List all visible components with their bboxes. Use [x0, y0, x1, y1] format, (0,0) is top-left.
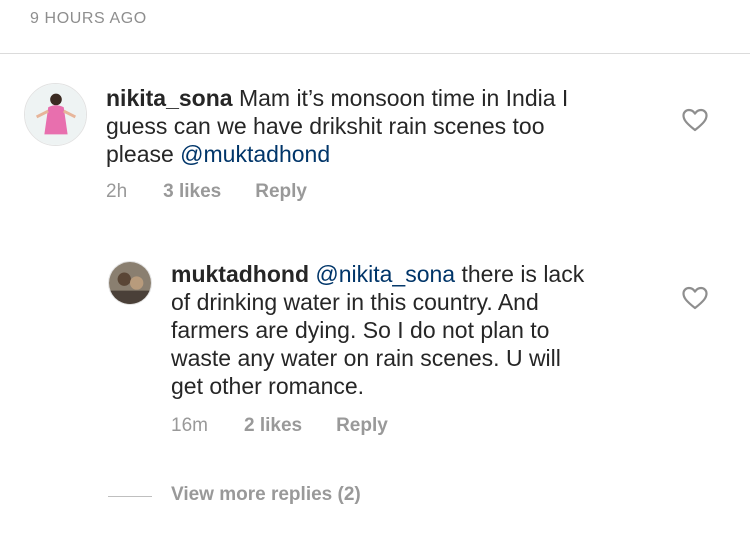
reply-username[interactable]: muktadhond: [171, 261, 309, 287]
reply-text-line: waste any water on rain scenes. U will: [171, 345, 561, 371]
comment-meta: 2h 3 likes Reply: [106, 181, 307, 203]
user-photo-icon: [25, 84, 86, 145]
comment-text-line: Mam it’s monsoon time in India I: [238, 85, 569, 111]
comments-panel: 9 HOURS AGO nikita_sona Mam it’s monsoon…: [0, 0, 750, 547]
reply-button[interactable]: Reply: [336, 415, 388, 437]
reply-text-line: of drinking water in this country. And: [171, 289, 539, 315]
reply-text-line: get other romance.: [171, 373, 365, 399]
view-more-replies-button[interactable]: View more replies (2): [171, 484, 361, 506]
heart-outline-icon[interactable]: [682, 286, 708, 310]
post-timestamp: 9 HOURS AGO: [30, 10, 147, 27]
divider: [0, 53, 750, 54]
comment-text-line: please: [106, 141, 181, 167]
comment-time: 2h: [106, 181, 128, 202]
reply-text-line: farmers are dying. So I do not plan to: [171, 317, 550, 343]
avatar[interactable]: [24, 83, 87, 146]
mention-link[interactable]: @nikita_sona: [315, 261, 455, 287]
reply-meta: 16m 2 likes Reply: [171, 415, 388, 437]
view-more-line: [108, 496, 152, 497]
comment-likes[interactable]: 3 likes: [163, 181, 221, 203]
avatar[interactable]: [108, 261, 152, 305]
user-photo-icon: [109, 262, 151, 304]
comment-text-line: guess can we have drikshit rain scenes t…: [106, 113, 545, 139]
reply-button[interactable]: Reply: [255, 181, 307, 203]
reply-likes[interactable]: 2 likes: [244, 415, 302, 437]
mention-link[interactable]: @muktadhond: [180, 141, 330, 167]
comment-body: nikita_sona Mam it’s monsoon time in Ind…: [106, 84, 666, 168]
reply-body: muktadhond @nikita_sona there is lack of…: [171, 260, 651, 400]
heart-outline-icon[interactable]: [682, 108, 708, 132]
reply-time: 16m: [171, 415, 208, 436]
comment-username[interactable]: nikita_sona: [106, 85, 233, 111]
reply-text-line: there is lack: [455, 261, 585, 287]
